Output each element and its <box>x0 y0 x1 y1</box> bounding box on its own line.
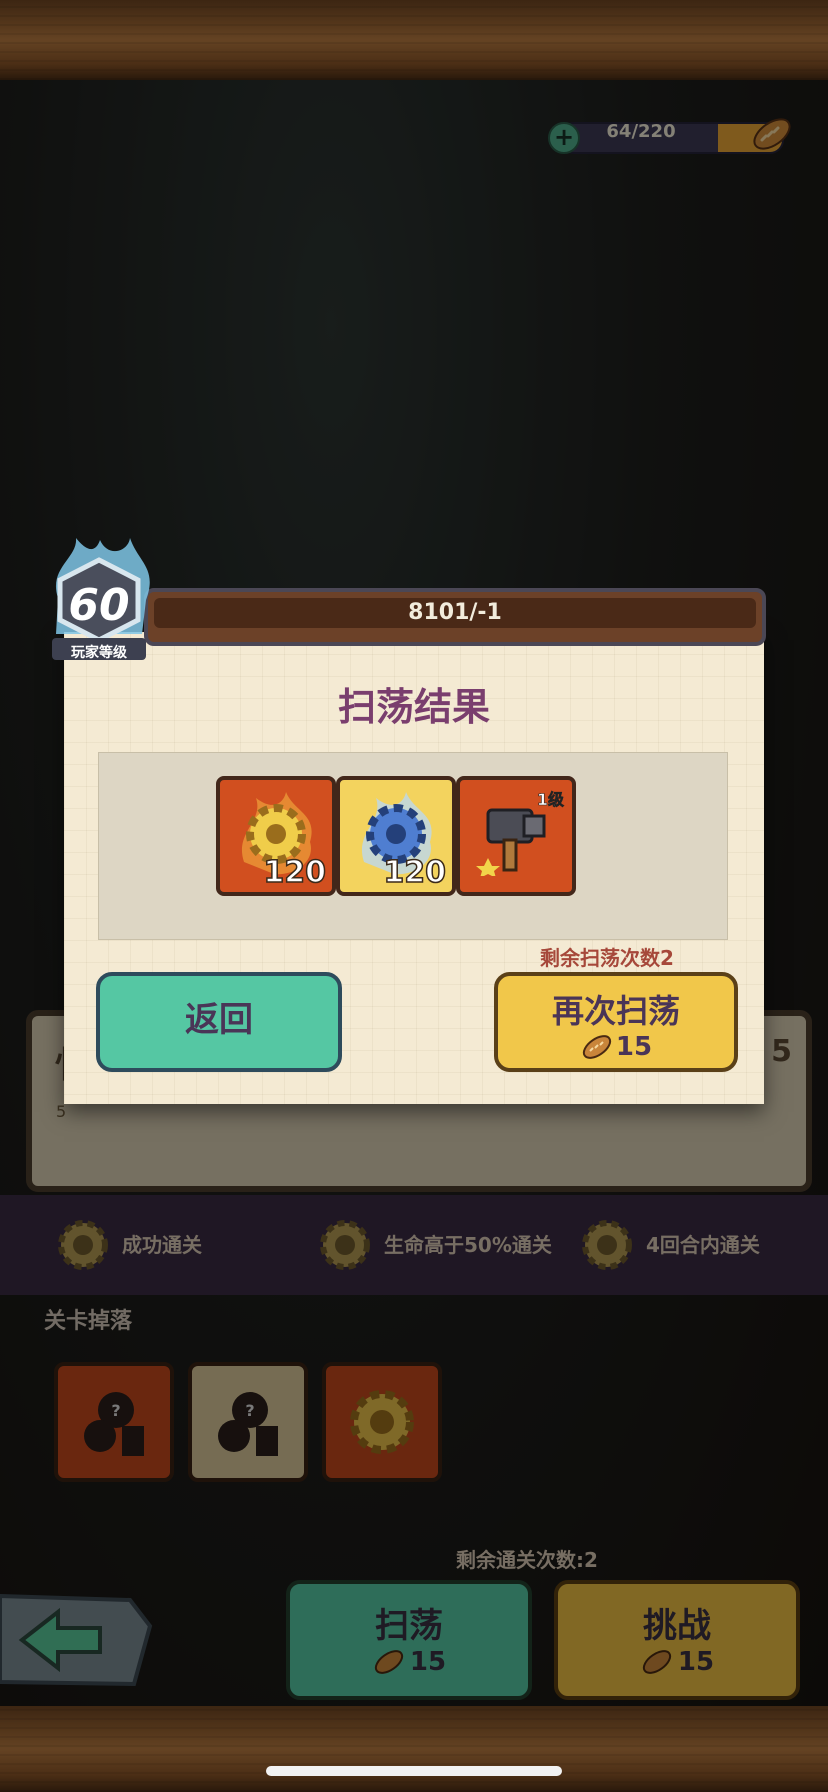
player-level-badge: 60 玩家等级 <box>38 538 160 668</box>
bread-icon <box>582 1035 612 1059</box>
return-label: 返回 <box>185 1000 253 1040</box>
home-indicator[interactable] <box>266 1766 562 1776</box>
player-level-label: 玩家等级 <box>71 645 127 661</box>
sweep-result-modal: 60 玩家等级 8101/-1 扫荡结果 120 120 1级 剩余扫荡次数2 … <box>0 0 828 1792</box>
sweep-again-cost: 15 <box>498 1032 734 1062</box>
reward-count: 120 <box>383 854 447 891</box>
reward-item[interactable]: 120 <box>216 776 336 896</box>
sweep-again-label: 再次扫荡 <box>551 992 680 1030</box>
reward-level: 1级 <box>536 790 565 810</box>
sweep-again-cost-value: 15 <box>615 1032 653 1062</box>
result-title: 扫荡结果 <box>337 685 490 729</box>
result-paper: 扫荡结果 120 120 1级 剩余扫荡次数2 返回 再次扫荡 15 <box>64 632 764 1104</box>
remaining-sweeps: 剩余扫荡次数2 <box>540 946 674 970</box>
reward-item[interactable]: 1级 <box>456 776 576 896</box>
player-level-number: 60 <box>68 580 130 631</box>
return-button[interactable]: 返回 <box>96 972 342 1072</box>
stage-id: 8101/-1 <box>408 600 502 625</box>
reward-item[interactable]: 120 <box>336 776 456 896</box>
reward-count: 120 <box>263 854 327 891</box>
sweep-again-button[interactable]: 再次扫荡 15 <box>494 972 738 1072</box>
stage-id-bar: 8101/-1 <box>144 588 766 646</box>
